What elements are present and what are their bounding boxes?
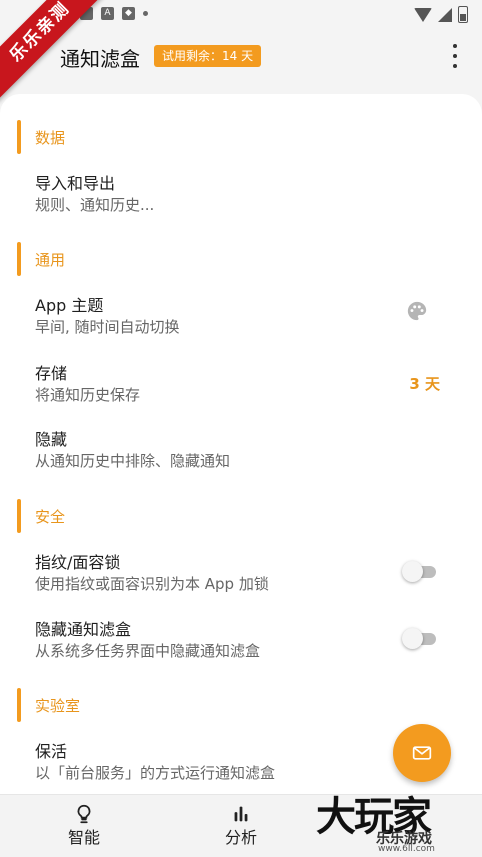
setting-subtitle: 规则、通知历史... [35,196,155,214]
setting-title: 指纹/面容锁 [35,553,121,572]
section-accent-bar [17,242,21,276]
more-vert-icon[interactable] [450,44,460,68]
setting-title: 导入和导出 [35,174,116,193]
biometric-lock-toggle[interactable] [402,561,436,582]
section-accent-bar [17,120,21,154]
setting-subtitle: 早间, 随时间自动切换 [35,318,180,336]
setting-subtitle: 以「前台服务」的方式运行通知滤盒 [35,764,276,782]
bottom-navigation: 智能 分析 [0,794,482,857]
mail-icon [412,746,432,760]
hide-from-recents-toggle[interactable] [402,628,436,649]
section-title: 实验室 [35,697,81,715]
section-accent-bar [17,499,21,533]
section-accent-bar [17,688,21,722]
lightbulb-icon [77,804,91,824]
setting-title: App 主题 [35,296,104,315]
nav-item-analysis[interactable]: 分析 [191,795,291,857]
battery-icon [458,6,468,23]
setting-subtitle: 从系统多任务界面中隐藏通知滤盒 [35,642,261,660]
wifi-icon [414,7,432,22]
nav-label: 智能 [67,828,100,847]
trial-badge: 试用剩余：14 天 [154,45,262,67]
page-title: 通知滤盒 [60,47,140,71]
nav-label: 分析 [224,828,257,847]
app-bar: 通知滤盒 试用剩余：14 天 [0,28,482,86]
setting-hide-from-recents[interactable]: 隐藏通知滤盒 从系统多任务界面中隐藏通知滤盒 [0,616,482,676]
setting-subtitle: 将通知历史保存 [35,386,141,404]
section-title: 数据 [35,129,66,147]
setting-title: 存储 [35,364,68,383]
setting-subtitle: 从通知历史中排除、隐藏通知 [35,452,231,470]
setting-hide[interactable]: 隐藏 从通知历史中排除、隐藏通知 [0,426,482,486]
section-title: 安全 [35,508,66,526]
palette-icon [407,301,427,321]
setting-storage[interactable]: 存储 将通知历史保存 3 天 [0,360,482,420]
storage-duration-value: 3 天 [409,375,440,393]
setting-title: 保活 [35,742,68,761]
signal-icon [438,7,452,22]
section-title: 通用 [35,251,66,269]
more-notifications-icon [143,11,148,16]
setting-biometric-lock[interactable]: 指纹/面容锁 使用指纹或面容识别为本 App 加锁 [0,549,482,609]
nav-item-smart[interactable]: 智能 [34,795,134,857]
bar-chart-icon [234,806,248,822]
setting-app-theme[interactable]: App 主题 早间, 随时间自动切换 [0,292,482,352]
setting-title: 隐藏 [35,430,68,449]
setting-import-export[interactable]: 导入和导出 规则、通知历史... [0,170,482,230]
feedback-button[interactable] [393,724,451,782]
shield-icon: ◆ [122,7,135,20]
setting-subtitle: 使用指纹或面容识别为本 App 加锁 [35,575,269,593]
app-notification-icon: A [101,7,114,20]
setting-title: 隐藏通知滤盒 [35,620,132,639]
